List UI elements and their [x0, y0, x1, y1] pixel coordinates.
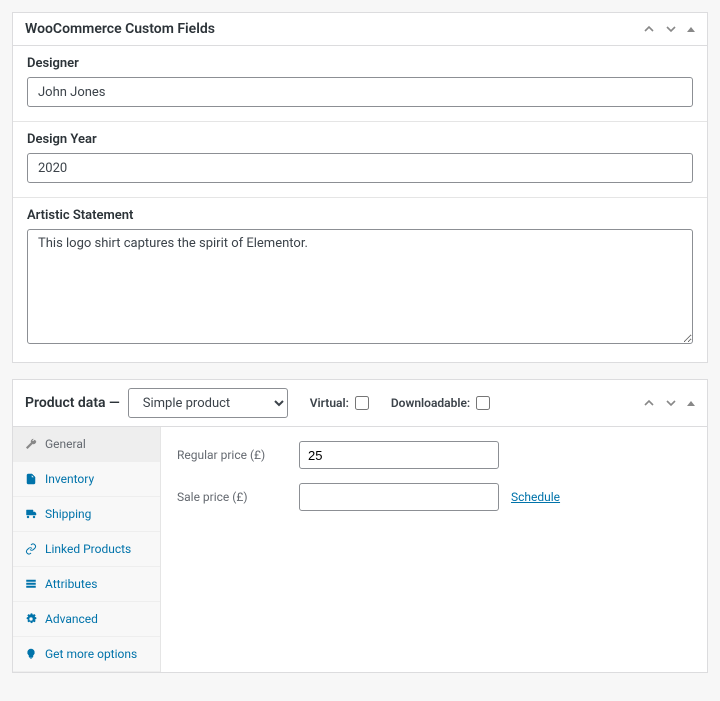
custom-fields-header: WooCommerce Custom Fields [13, 13, 707, 46]
general-tab-content: Regular price (£) Sale price (£) Schedul… [161, 427, 707, 672]
product-data-title: Product data — [25, 395, 120, 411]
link-icon [25, 543, 37, 555]
tab-get-more-label: Get more options [45, 647, 137, 661]
regular-price-row: Regular price (£) [177, 441, 691, 469]
design-year-field-block: Design Year [13, 122, 707, 198]
product-type-select[interactable]: Simple product [128, 388, 288, 418]
regular-price-label: Regular price (£) [177, 448, 287, 462]
sale-price-input[interactable] [299, 483, 499, 511]
tab-attributes-label: Attributes [45, 577, 97, 591]
chevron-down-icon[interactable] [665, 23, 677, 35]
product-data-header: Product data — Simple product Virtual: D… [13, 380, 707, 427]
tab-advanced-label: Advanced [45, 612, 98, 626]
product-data-body: General Inventory Shipping Linked Produc… [13, 427, 707, 672]
designer-label: Designer [27, 56, 693, 71]
sale-price-label: Sale price (£) [177, 490, 287, 504]
tab-general-label: General [45, 437, 86, 451]
downloadable-label: Downloadable: [391, 396, 470, 410]
lightbulb-icon [25, 648, 37, 660]
gear-icon [25, 613, 37, 625]
tab-linked-products[interactable]: Linked Products [13, 532, 160, 567]
tab-inventory-label: Inventory [45, 472, 94, 486]
product-data-title-group: Product data — Simple product Virtual: D… [25, 388, 490, 418]
artistic-statement-label: Artistic Statement [27, 208, 693, 223]
tab-get-more-options[interactable]: Get more options [13, 637, 160, 672]
panel-controls [643, 397, 695, 409]
product-tabs: General Inventory Shipping Linked Produc… [13, 427, 161, 672]
collapse-toggle-icon[interactable] [687, 401, 695, 406]
designer-field-block: Designer [13, 46, 707, 122]
designer-input[interactable] [27, 77, 693, 107]
product-data-panel: Product data — Simple product Virtual: D… [12, 379, 708, 673]
list-icon [25, 578, 37, 590]
truck-icon [25, 508, 37, 520]
tab-attributes[interactable]: Attributes [13, 567, 160, 602]
downloadable-checkbox[interactable] [476, 396, 490, 410]
design-year-input[interactable] [27, 153, 693, 183]
downloadable-checkbox-group: Downloadable: [391, 396, 490, 410]
chevron-up-icon[interactable] [643, 23, 655, 35]
virtual-checkbox[interactable] [355, 396, 369, 410]
custom-fields-title: WooCommerce Custom Fields [25, 21, 215, 37]
virtual-label: Virtual: [310, 396, 349, 410]
collapse-toggle-icon[interactable] [687, 27, 695, 32]
sale-price-row: Sale price (£) Schedule [177, 483, 691, 511]
wrench-icon [25, 438, 37, 450]
chevron-down-icon[interactable] [665, 397, 677, 409]
file-icon [25, 473, 37, 485]
tab-linked-products-label: Linked Products [45, 542, 131, 556]
panel-controls [643, 23, 695, 35]
tab-advanced[interactable]: Advanced [13, 602, 160, 637]
schedule-link[interactable]: Schedule [511, 490, 560, 504]
virtual-checkbox-group: Virtual: [310, 396, 369, 410]
tab-shipping-label: Shipping [45, 507, 91, 521]
chevron-up-icon[interactable] [643, 397, 655, 409]
artistic-statement-field-block: Artistic Statement This logo shirt captu… [13, 198, 707, 362]
tab-inventory[interactable]: Inventory [13, 462, 160, 497]
regular-price-input[interactable] [299, 441, 499, 469]
artistic-statement-textarea[interactable]: This logo shirt captures the spirit of E… [27, 229, 693, 344]
design-year-label: Design Year [27, 132, 693, 147]
custom-fields-panel: WooCommerce Custom Fields Designer Desig… [12, 12, 708, 363]
tab-shipping[interactable]: Shipping [13, 497, 160, 532]
tab-general[interactable]: General [13, 427, 160, 462]
